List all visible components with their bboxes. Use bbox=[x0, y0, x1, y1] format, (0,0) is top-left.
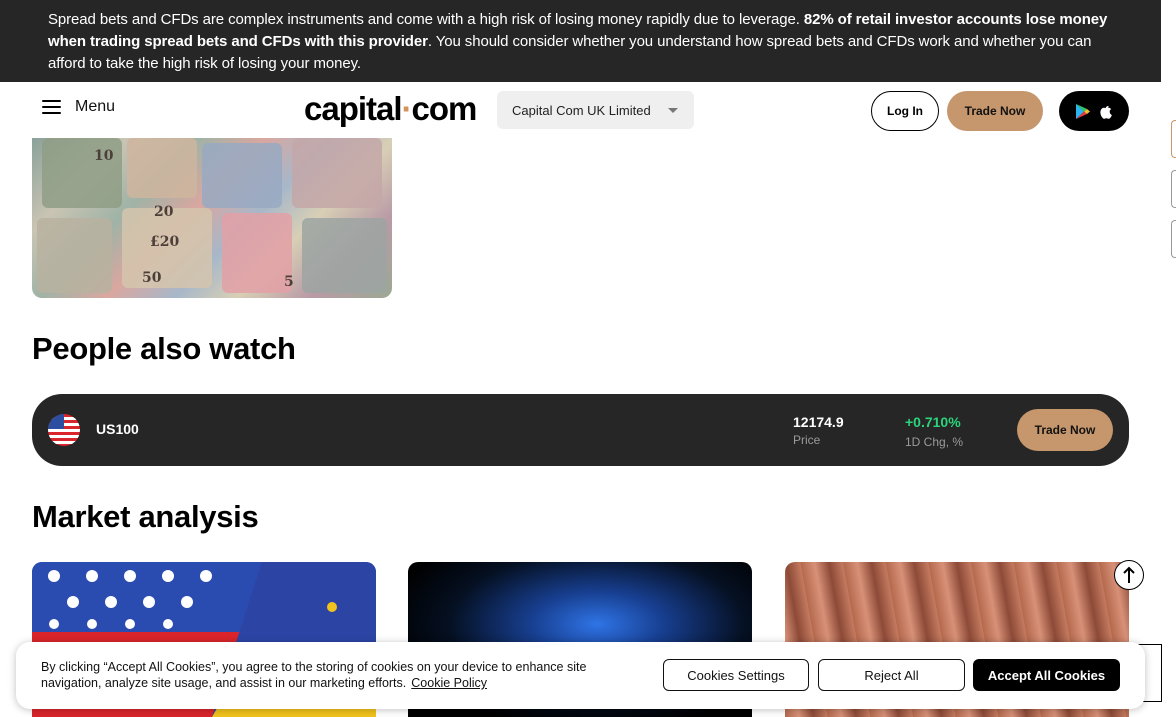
cookie-text: By clicking “Accept All Cookies”, you ag… bbox=[41, 660, 587, 690]
risk-warning-banner: Spread bets and CFDs are complex instrum… bbox=[0, 0, 1161, 82]
cookie-consent-bar: By clicking “Accept All Cookies”, you ag… bbox=[16, 642, 1145, 709]
header-trade-now-button[interactable]: Trade Now bbox=[947, 91, 1043, 131]
login-button[interactable]: Log In bbox=[871, 91, 939, 131]
price-caption: Price bbox=[793, 433, 821, 447]
cookies-settings-button[interactable]: Cookies Settings bbox=[663, 659, 809, 691]
accept-all-cookies-button[interactable]: Accept All Cookies bbox=[973, 659, 1120, 691]
entity-select[interactable]: Capital Com UK Limited bbox=[497, 91, 694, 129]
daily-change: +0.710% bbox=[905, 414, 961, 430]
instrument-price: 12174.9 bbox=[793, 414, 844, 430]
cookie-policy-link[interactable]: Cookie Policy bbox=[411, 676, 487, 690]
back-to-top-button[interactable] bbox=[1114, 560, 1144, 590]
people-also-watch-heading: People also watch bbox=[32, 331, 296, 366]
note-label: 50 bbox=[142, 270, 162, 286]
google-play-icon bbox=[1076, 103, 1090, 119]
us-flag-icon bbox=[48, 414, 80, 446]
capital-com-logo[interactable]: capital·com bbox=[304, 90, 477, 128]
currency-puzzle-image[interactable]: 10 20 £20 50 5 bbox=[32, 138, 392, 298]
note-label: 20 bbox=[154, 204, 174, 220]
instrument-symbol: US100 bbox=[96, 421, 139, 437]
side-rail-tab[interactable] bbox=[1171, 170, 1176, 208]
side-rail-tab[interactable] bbox=[1171, 220, 1176, 258]
market-analysis-heading: Market analysis bbox=[32, 499, 259, 534]
note-label: 10 bbox=[94, 148, 114, 164]
watch-trade-now-button[interactable]: Trade Now bbox=[1017, 409, 1113, 451]
side-rail-tab[interactable] bbox=[1171, 120, 1176, 158]
note-label: £20 bbox=[150, 234, 180, 250]
daily-change-caption: 1D Chg, % bbox=[905, 435, 964, 449]
apple-icon bbox=[1100, 106, 1112, 119]
watch-row-us100[interactable]: US100 12174.9 Price +0.710% 1D Chg, % Tr… bbox=[32, 394, 1129, 466]
site-header: Menu capital·com Capital Com UK Limited … bbox=[0, 82, 1161, 138]
hamburger-icon bbox=[42, 100, 61, 114]
caret-down-icon bbox=[668, 108, 678, 113]
app-download-button[interactable] bbox=[1059, 91, 1129, 131]
arrow-up-icon bbox=[1123, 566, 1135, 583]
menu-label: Menu bbox=[75, 98, 116, 115]
note-label: 5 bbox=[284, 274, 294, 290]
entity-select-value: Capital Com UK Limited bbox=[512, 102, 651, 118]
menu-button[interactable]: Menu bbox=[42, 98, 115, 116]
reject-all-button[interactable]: Reject All bbox=[818, 659, 965, 691]
risk-text: Spread bets and CFDs are complex instrum… bbox=[48, 11, 804, 28]
